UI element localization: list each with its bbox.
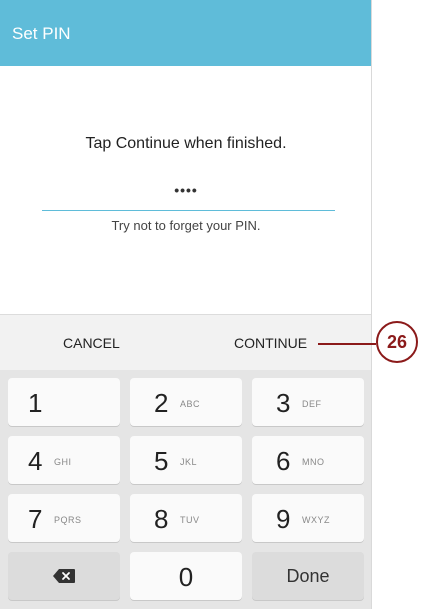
key-letters: TUV [180,515,200,525]
key-8[interactable]: 8 TUV [130,494,242,542]
key-letters: MNO [302,457,325,467]
key-letters: ABC [180,399,201,409]
key-digit: 2 [154,388,169,418]
pin-input[interactable]: •••• [0,182,371,198]
hint-text: Try not to forget your PIN. [111,218,261,233]
key-digit: 8 [154,504,169,534]
key-7[interactable]: 7 PQRS [8,494,120,542]
page-title: Set PIN [12,24,71,43]
key-digit: 4 [28,446,43,476]
phone-screen: Set PIN Tap Continue when finished. ••••… [0,0,372,609]
callout-leader-line [318,343,376,345]
key-4[interactable]: 4 GHI [8,436,120,484]
numeric-keypad: 1 2 ABC 3 DEF 4 GHI 5 JKL 6 MNO 7 PQRS 8 [0,370,371,609]
pin-entry-panel: Tap Continue when finished. •••• Try not… [0,66,371,314]
key-3[interactable]: 3 DEF [252,378,364,426]
key-digit: 7 [28,504,43,534]
key-6[interactable]: 6 MNO [252,436,364,484]
key-digit: 0 [178,562,194,592]
pin-input-underline [42,210,335,211]
key-9[interactable]: 9 WXYZ [252,494,364,542]
key-letters: PQRS [54,515,82,525]
instruction-text: Tap Continue when finished. [85,135,287,152]
key-letters: WXYZ [302,515,330,525]
done-label: Done [286,566,330,586]
key-0[interactable]: 0 [130,552,242,600]
backspace-button[interactable] [8,552,120,600]
key-digit: 6 [276,446,291,476]
key-digit: 9 [276,504,291,534]
key-digit: 5 [154,446,169,476]
key-2[interactable]: 2 ABC [130,378,242,426]
app-header: Set PIN [0,0,371,66]
key-digit: 1 [28,388,43,418]
key-letters: GHI [54,457,72,467]
continue-button[interactable]: CONTINUE [234,335,307,351]
done-button[interactable]: Done [252,552,364,600]
key-letters: JKL [180,457,198,467]
backspace-icon [53,569,75,583]
key-1[interactable]: 1 [8,378,120,426]
key-letters: DEF [302,399,322,409]
key-digit: 3 [276,388,291,418]
key-5[interactable]: 5 JKL [130,436,242,484]
cancel-button[interactable]: CANCEL [63,335,120,351]
callout-badge: 26 [376,321,418,363]
action-bar: CANCEL CONTINUE [0,314,371,371]
